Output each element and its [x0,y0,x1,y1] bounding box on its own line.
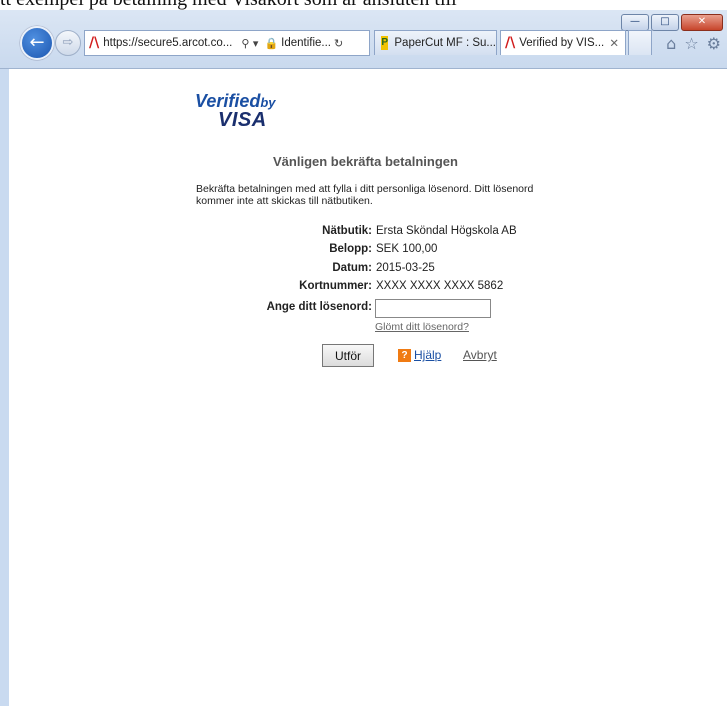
minimize-button[interactable]: — [621,14,649,31]
help-icon[interactable]: ? [398,349,411,362]
tab-label: PaperCut MF : Su... [394,37,496,49]
tab-papercut[interactable]: P PaperCut MF : Su... [374,30,497,55]
field-label: Belopp: [329,243,372,255]
instruction-text: Bekräfta betalningen med att fylla i dit… [196,183,534,207]
field-value: 2015-03-25 [376,262,435,274]
field-row-cardnumber: Kortnummer: XXXX XXXX XXXX 5862 [0,280,727,296]
field-value: SEK 100,00 [376,243,438,255]
close-window-button[interactable]: ✕ [681,14,723,31]
identity-label[interactable]: Identifie... [281,37,331,49]
forgot-password-link[interactable]: Glömt ditt lösenord? [375,321,469,333]
lock-icon[interactable]: 🔒 [264,37,278,50]
help-link[interactable]: Hjälp [414,348,441,362]
field-label: Nätbutik: [322,225,372,237]
logo-visa: VISA [218,109,267,131]
address-url[interactable]: https://secure5.arcot.co... [103,37,232,49]
field-label: Datum: [332,262,372,274]
logo-verified: Verified [195,91,261,111]
home-icon[interactable]: ⌂ [666,34,676,53]
site-favicon-icon: /\ [89,35,100,51]
password-label: Ange ditt lösenord: [266,301,372,313]
settings-gear-icon[interactable]: ⚙ [707,34,721,53]
search-dropdown-icon[interactable]: ⚲ ▾ [241,37,258,50]
new-tab-button[interactable] [628,30,652,55]
left-border-strip [0,69,9,706]
favorites-star-icon[interactable]: ☆ [684,34,698,53]
maximize-button[interactable]: □ [651,14,679,31]
papercut-favicon-icon: P [381,36,389,50]
tab-verified-by-visa[interactable]: /\ Verified by VIS... ✕ [500,30,626,55]
back-button[interactable]: ← [20,26,54,60]
document-caption: tt exempel på betalning med Visakort som… [0,0,727,10]
password-row: Ange ditt lösenord: [0,301,727,317]
field-row-amount: Belopp: SEK 100,00 [0,243,727,259]
window-controls: — □ ✕ [621,14,723,31]
field-row-date: Datum: 2015-03-25 [0,262,727,278]
submit-button[interactable]: Utför [322,344,374,367]
field-value: Ersta Sköndal Högskola AB [376,225,517,237]
forward-button[interactable]: ⇨ [55,30,81,56]
field-value: XXXX XXXX XXXX 5862 [376,280,504,292]
logo-by: by [260,95,276,110]
toolbar-icons: ⌂ ☆ ⚙ [666,34,721,53]
verified-by-visa-logo: Verifiedby VISA [195,91,276,131]
page-title: Vänligen bekräfta betalningen [273,154,458,169]
field-label: Kortnummer: [299,280,372,292]
address-bar[interactable]: /\ https://secure5.arcot.co... ⚲ ▾ 🔒 Ide… [84,30,370,56]
password-input[interactable] [375,299,491,318]
page-content: Verifiedby VISA Vänligen bekräfta betaln… [0,69,727,706]
close-tab-icon[interactable]: ✕ [609,36,619,50]
refresh-icon[interactable]: ↻ [334,37,343,50]
site-favicon-icon: /\ [505,35,516,51]
field-row-shop: Nätbutik: Ersta Sköndal Högskola AB [0,225,727,241]
tab-label: Verified by VIS... [519,37,605,49]
cancel-link[interactable]: Avbryt [463,348,497,362]
